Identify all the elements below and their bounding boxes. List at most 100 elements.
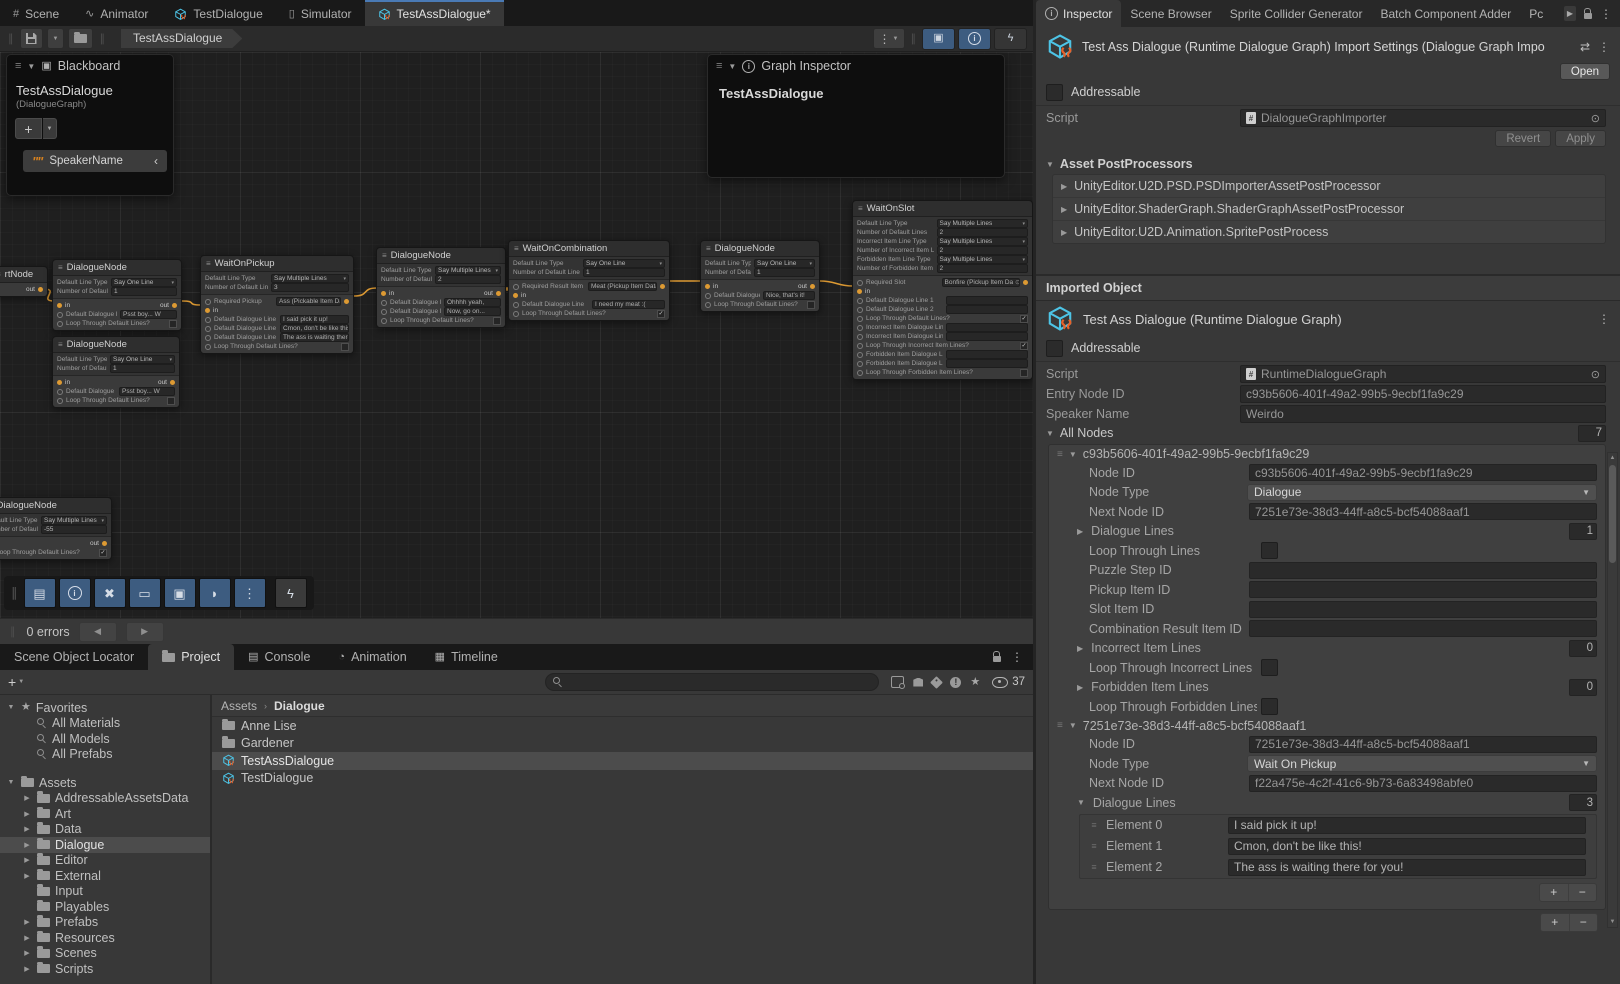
open-button[interactable]: Open (1560, 63, 1610, 80)
node-value-field[interactable]: 1 (754, 268, 815, 277)
presets-icon[interactable]: ⇄ (1580, 40, 1590, 54)
tab-sprite-collider-generator[interactable]: Sprite Collider Generator (1221, 0, 1372, 27)
chevron-left-icon[interactable]: ‹ (154, 154, 158, 168)
field-node-id[interactable]: 7251e73e-38d3-44ff-a8c5-bcf54088aaf1 (1249, 736, 1597, 753)
tree-item-data[interactable]: ▶Data (0, 822, 210, 838)
node-collapse-icon[interactable]: ≡ (0, 270, 1, 279)
foldout-open-icon[interactable]: ▼ (6, 704, 16, 711)
in-port[interactable] (57, 303, 62, 308)
node-checkbox[interactable] (1020, 369, 1028, 377)
doc-tab-scene[interactable]: #Scene (0, 0, 72, 26)
kebab-menu-icon[interactable]: ⋮ (1598, 312, 1610, 326)
in-port[interactable] (705, 284, 710, 289)
addressable-checkbox[interactable] (1046, 84, 1063, 101)
blackboard-panel[interactable]: ≡ ▼ ▣ Blackboard TestAssDialogue (Dialog… (6, 54, 174, 196)
out-port[interactable] (102, 541, 107, 546)
add-element-button[interactable]: + (1540, 884, 1569, 901)
foldout-closed-icon[interactable]: ▶ (22, 872, 32, 880)
foldout-closed-icon[interactable]: ▶ (22, 810, 32, 818)
node-collapse-icon[interactable]: ≡ (858, 204, 863, 213)
foldout-closed-icon[interactable]: ▶ (22, 965, 32, 973)
array-size-field[interactable]: 3 (1569, 794, 1597, 811)
foldout-closed-icon[interactable]: ▶ (22, 949, 32, 957)
node-dropdown[interactable]: Say Multiple Lines▾ (937, 219, 1029, 228)
postprocessor-item[interactable]: ▶UnityEditor.U2D.PSD.PSDImporterAssetPos… (1053, 175, 1605, 198)
in-port[interactable] (513, 293, 518, 298)
field-pickup-item-id[interactable] (1249, 581, 1597, 598)
doc-tab-simulator[interactable]: ▯Simulator (276, 0, 365, 26)
inspector-menu-icon[interactable]: ⋮ (1600, 7, 1612, 21)
dropdown-node-type[interactable]: Wait On Pickup▼ (1247, 755, 1597, 772)
port[interactable] (381, 300, 387, 306)
foldout-closed-icon[interactable]: ▶ (1061, 182, 1067, 191)
file-row-anne-lise[interactable]: Anne Lise (212, 717, 1033, 735)
node-dropdown[interactable]: Say Multiple Lines▾ (271, 274, 349, 283)
foldout-open-icon[interactable]: ▼ (1069, 450, 1077, 459)
node-text-field[interactable] (946, 332, 1029, 341)
apply-button[interactable]: Apply (1555, 130, 1606, 147)
element-field[interactable]: The ass is waiting there for you! (1228, 859, 1586, 876)
tree-item-prefabs[interactable]: ▶Prefabs (0, 915, 210, 931)
drag-handle-icon[interactable]: ≡ (1086, 841, 1102, 851)
node-item-header[interactable]: ≡▼7251e73e-38d3-44ff-a8c5-bcf54088aaf1 (1049, 717, 1605, 735)
node-text-field[interactable]: Bonfire (Pickup Item Da⊙ (942, 278, 1021, 287)
out-port[interactable] (660, 284, 665, 289)
edge[interactable] (820, 281, 853, 286)
node-text-field[interactable]: Cmon, don't be like this! (280, 324, 349, 333)
previous-error-button[interactable]: ◀ (79, 622, 117, 642)
in-port[interactable] (205, 308, 210, 313)
tree-item-resources[interactable]: ▶Resources (0, 930, 210, 946)
foldout-closed-icon[interactable]: ▶ (22, 918, 32, 926)
show-in-project-button[interactable] (68, 28, 93, 49)
package-icon[interactable] (913, 678, 923, 687)
tree-item-playables[interactable]: Playables (0, 899, 210, 915)
node-checkbox[interactable]: ✓ (1020, 342, 1028, 350)
port[interactable] (205, 335, 211, 341)
tree-item-all-materials[interactable]: All Materials (0, 716, 210, 732)
node-text-field[interactable] (946, 359, 1029, 368)
footer-list-button[interactable]: ▤ (24, 578, 56, 608)
footer-bolt-button[interactable]: ϟ (275, 578, 307, 608)
node-checkbox[interactable] (807, 301, 815, 309)
graph-node-dialoguenode[interactable]: ≡DialogueNodeDefault Line TypeSay Multip… (0, 497, 112, 560)
node-dropdown[interactable]: Say Multiple Lines▾ (937, 255, 1029, 264)
graph-inspector-toggle[interactable] (958, 28, 991, 50)
drag-handle-icon[interactable]: ≡ (1057, 720, 1063, 731)
graph-canvas[interactable]: ≡ ▼ ▣ Blackboard TestAssDialogue (Dialog… (0, 52, 1033, 618)
node-text-field[interactable]: Nice, that's it! (763, 291, 815, 300)
node-text-field[interactable]: Ass (Pickable Item Data)⊙ (276, 297, 341, 306)
node-checkbox[interactable]: ✓ (657, 310, 665, 318)
node-checkbox[interactable] (493, 317, 501, 325)
postprocessor-item[interactable]: ▶UnityEditor.U2D.Animation.SpritePostPro… (1053, 221, 1605, 243)
node-value-field[interactable]: 2 (937, 264, 1029, 273)
port[interactable] (57, 398, 63, 404)
panel-menu-icon[interactable]: ⋮ (1011, 650, 1023, 664)
footer-tools-button[interactable]: ✖ (94, 578, 126, 608)
port[interactable] (205, 326, 211, 332)
footer-info-button[interactable] (59, 578, 91, 608)
footer-half-button[interactable]: ◗ (199, 578, 231, 608)
checkbox-loop-through-lines[interactable] (1261, 542, 1278, 559)
scroll-up-icon[interactable]: ▲ (1608, 455, 1617, 461)
tab-pc[interactable]: Pc (1520, 0, 1552, 27)
remove-element-button[interactable]: − (1569, 884, 1597, 901)
port[interactable] (57, 312, 63, 318)
save-button[interactable] (20, 28, 43, 49)
object-picker-icon[interactable]: ⊙ (1591, 368, 1600, 381)
port[interactable] (513, 311, 519, 317)
foldout-closed-icon[interactable]: ▶ (1077, 683, 1083, 692)
open-search-icon[interactable] (891, 676, 904, 688)
field-script[interactable]: RuntimeDialogueGraph⊙ (1240, 365, 1606, 383)
port[interactable] (205, 317, 211, 323)
port[interactable] (857, 325, 863, 331)
graph-node-waitonpickup[interactable]: ≡WaitOnPickupDefault Line TypeSay Multip… (200, 255, 354, 354)
node-text-field[interactable] (946, 296, 1029, 305)
node-checkbox[interactable] (169, 320, 177, 328)
save-options-button[interactable]: ▼ (47, 28, 65, 49)
out-port[interactable] (38, 287, 43, 292)
drag-handle-icon[interactable]: ≡ (15, 60, 21, 72)
port[interactable] (513, 302, 519, 308)
foldout-open-icon[interactable]: ▼ (1069, 721, 1077, 730)
tree-item-all-models[interactable]: All Models (0, 731, 210, 747)
out-port[interactable] (344, 299, 349, 304)
